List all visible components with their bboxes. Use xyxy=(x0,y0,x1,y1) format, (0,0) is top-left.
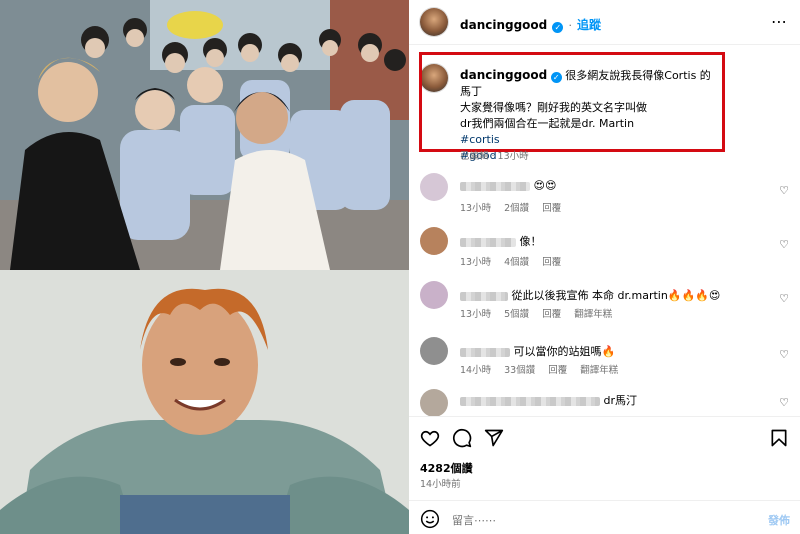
comment-text: dr馬汀 xyxy=(603,394,638,407)
comment-text: 像！ xyxy=(519,235,542,248)
blurred-username xyxy=(460,347,510,357)
author-username[interactable]: dancinggood xyxy=(460,18,547,32)
comment-time: 14小時 xyxy=(460,365,492,376)
post-button[interactable]: 發佈 xyxy=(768,512,790,528)
photo-kindergarten xyxy=(0,0,409,270)
comment-item: 從此以後我宣佈 本命 dr.martin🔥🔥🔥😍 13小時 5個讚 回覆 翻譯年… xyxy=(409,278,800,330)
separator-dot: · xyxy=(568,19,572,32)
more-icon[interactable]: ⋯ xyxy=(771,12,788,31)
photo-portrait-illustration xyxy=(0,270,409,534)
comment-time: 13小時 xyxy=(460,203,492,214)
emoji-icon[interactable] xyxy=(420,509,440,529)
comment-avatar[interactable] xyxy=(420,281,448,309)
heart-icon[interactable]: ♡ xyxy=(779,238,789,251)
comment-time: 13小時 xyxy=(460,257,492,268)
comment-likes[interactable]: 4個讚 xyxy=(504,257,529,268)
reply-button[interactable]: 回覆 xyxy=(548,365,567,376)
share-icon[interactable] xyxy=(484,428,504,448)
caption-meta: 已編輯 · 13小時 xyxy=(460,151,529,162)
reply-button[interactable]: 回覆 xyxy=(542,309,561,320)
heart-icon[interactable]: ♡ xyxy=(779,292,789,305)
blurred-username xyxy=(460,237,516,247)
post-header: dancinggood ✓ · 追蹤 ⋯ xyxy=(409,0,800,44)
highlight-box xyxy=(419,52,725,152)
translate-button[interactable]: 翻譯年糕 xyxy=(580,365,618,376)
blurred-username xyxy=(460,291,508,301)
post-panel: dancinggood ✓ · 追蹤 ⋯ dancinggood ✓ 很多網友說… xyxy=(409,0,800,534)
verified-icon: ✓ xyxy=(552,22,564,33)
author-avatar[interactable] xyxy=(420,8,448,36)
heart-icon[interactable]: ♡ xyxy=(779,348,789,361)
post-time: 14小時前 xyxy=(420,479,461,490)
comment-item: 像！ 13小時 4個讚 回覆 ♡ xyxy=(409,224,800,276)
follow-button[interactable]: 追蹤 xyxy=(577,18,601,32)
comment-time: 13小時 xyxy=(460,309,492,320)
translate-button[interactable]: 翻譯年糕 xyxy=(574,309,612,320)
heart-icon[interactable]: ♡ xyxy=(779,396,789,409)
action-bar xyxy=(409,424,800,454)
comment-likes[interactable]: 5個讚 xyxy=(504,309,529,320)
comment-avatar[interactable] xyxy=(420,227,448,255)
footer-divider xyxy=(409,500,800,501)
comment-item: 可以當你的站姐嗎🔥 14小時 33個讚 回覆 翻譯年糕 ♡ xyxy=(409,334,800,386)
reply-button[interactable]: 回覆 xyxy=(542,257,561,268)
photo-portrait xyxy=(0,270,409,534)
comment-item: 😍😍 13小時 2個讚 回覆 ♡ xyxy=(409,170,800,222)
comment-avatar[interactable] xyxy=(420,389,448,416)
comment-input[interactable]: 留言⋯⋯ xyxy=(452,512,496,528)
comment-text: 😍😍 xyxy=(533,179,557,192)
comment-likes[interactable]: 2個讚 xyxy=(504,203,529,214)
blurred-username xyxy=(460,396,600,406)
comment-icon[interactable] xyxy=(452,428,472,448)
comment-text: 從此以後我宣佈 本命 dr.martin🔥🔥🔥😍 xyxy=(511,289,721,302)
comment-likes[interactable]: 33個讚 xyxy=(504,365,535,376)
likes-count[interactable]: 4282個讚 xyxy=(420,460,473,476)
heart-icon[interactable] xyxy=(420,428,440,448)
add-comment-bar: 留言⋯⋯ 發佈 xyxy=(409,504,800,534)
photo-kindergarten-illustration xyxy=(0,0,409,270)
comments-divider xyxy=(409,416,800,417)
heart-icon[interactable]: ♡ xyxy=(779,184,789,197)
post-media[interactable] xyxy=(0,0,409,534)
bookmark-icon[interactable] xyxy=(769,428,789,448)
comment-avatar[interactable] xyxy=(420,337,448,365)
comment-text: 可以當你的站姐嗎🔥 xyxy=(513,345,616,358)
comment-item: dr馬汀 ♡ xyxy=(409,386,800,416)
comment-avatar[interactable] xyxy=(420,173,448,201)
reply-button[interactable]: 回覆 xyxy=(542,203,561,214)
blurred-username xyxy=(460,181,530,191)
header-divider xyxy=(409,44,800,45)
